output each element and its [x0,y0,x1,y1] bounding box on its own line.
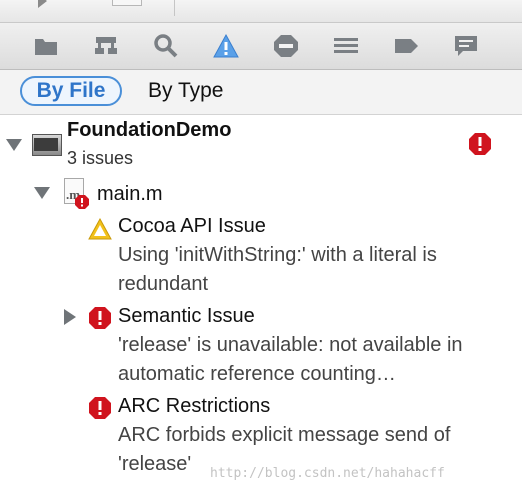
issue-message: 'release' is unavailable: not available … [118,334,463,385]
issue-title[interactable]: ARC Restrictions [118,395,270,418]
tag-icon[interactable] [392,33,420,59]
folder-icon[interactable] [32,33,60,59]
watermark-text: http://blog.csdn.net/hahahacff [210,466,445,481]
warning-icon[interactable] [212,33,240,59]
warning-icon [88,217,112,240]
issue-message: Using 'initWithString:' with a literal i… [118,244,437,295]
comment-icon[interactable] [452,33,480,59]
project-icon [32,134,62,156]
play-triangle-icon[interactable] [38,0,47,8]
stop-box-icon[interactable] [112,0,142,6]
source-file-icon: .m [64,178,89,209]
disclosure-triangle-open[interactable] [6,139,22,151]
navigator-toolbar [0,23,522,70]
breakpoint-icon[interactable] [272,33,300,59]
list-icon[interactable] [332,33,360,59]
disclosure-triangle-open[interactable] [34,187,50,199]
issue-count: 3 issues [67,148,134,168]
error-icon [88,306,112,330]
issue-tree: FoundationDemo 3 issues .m main.m Cocoa … [0,115,522,498]
error-icon [88,396,112,420]
file-name[interactable]: main.m [97,183,163,206]
project-name[interactable]: FoundationDemo [67,119,231,142]
top-strip [0,0,522,23]
disclosure-triangle-closed[interactable] [64,309,76,325]
issue-title[interactable]: Cocoa API Issue [118,215,266,238]
by-type-button[interactable]: By Type [136,76,236,106]
search-icon[interactable] [152,33,180,59]
by-file-button[interactable]: By File [20,76,122,106]
hierarchy-icon[interactable] [92,33,120,59]
error-icon [468,132,492,156]
issue-title[interactable]: Semantic Issue [118,305,255,328]
scope-bar: By File By Type [0,70,522,115]
divider [174,0,175,16]
